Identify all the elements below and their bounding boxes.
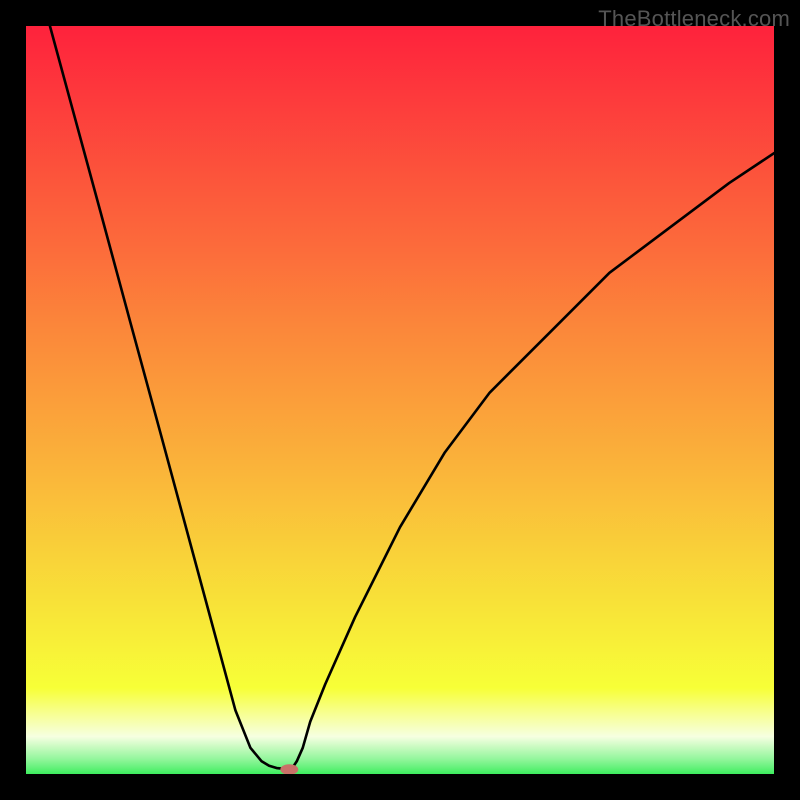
- chart-frame: TheBottleneck.com: [0, 0, 800, 800]
- watermark-text: TheBottleneck.com: [598, 6, 790, 32]
- chart-svg: [26, 26, 774, 774]
- gradient-background: [26, 26, 774, 774]
- plot-area: [26, 26, 774, 774]
